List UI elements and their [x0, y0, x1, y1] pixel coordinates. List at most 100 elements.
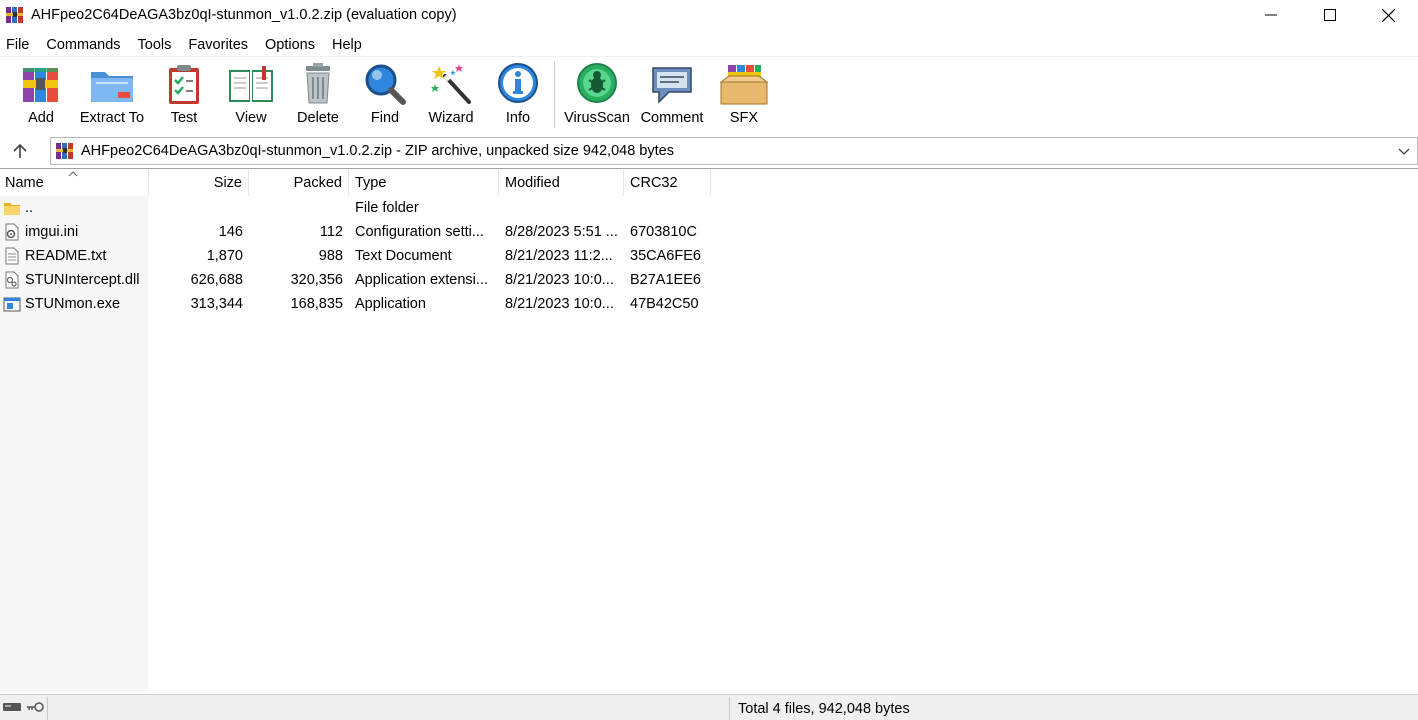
file-size: 1,870	[206, 248, 243, 264]
archive-path-field[interactable]: AHFpeo2C64DeAGA3bz0qI-stunmon_v1.0.2.zip…	[50, 137, 1418, 165]
status-divider	[47, 697, 48, 720]
view-button[interactable]: View	[215, 62, 287, 130]
table-row[interactable]: STUNmon.exe 313,344 168,835 Application …	[0, 292, 720, 316]
column-name-label: Name	[5, 175, 44, 191]
menu-help[interactable]: Help	[326, 33, 368, 57]
wizard-button[interactable]: Wizard	[415, 62, 487, 130]
menu-options[interactable]: Options	[259, 33, 321, 57]
up-one-level-button[interactable]	[8, 140, 32, 162]
toolbar: Add Extract To Test View Delete Find Wiz…	[0, 58, 1418, 132]
arrow-up-icon	[13, 143, 27, 158]
file-size: 626,688	[190, 272, 243, 288]
file-type: Text Document	[355, 248, 452, 264]
trash-icon	[306, 63, 330, 104]
maximize-icon	[1323, 9, 1336, 21]
menu-bar: File Commands Tools Favorites Options He…	[0, 33, 373, 57]
virusscan-label: VirusScan	[564, 110, 630, 126]
toolbar-separator	[554, 62, 555, 128]
extract-folder-icon	[91, 72, 133, 102]
maximize-button[interactable]	[1300, 0, 1359, 30]
menu-favorites[interactable]: Favorites	[182, 33, 254, 57]
column-header-size[interactable]: Size	[149, 170, 249, 196]
minimize-button[interactable]	[1241, 0, 1300, 30]
close-button[interactable]	[1359, 0, 1418, 30]
sfx-button[interactable]: SFX	[708, 62, 780, 130]
column-header-crc32[interactable]: CRC32	[624, 170, 711, 196]
file-size: 146	[218, 224, 243, 240]
delete-label: Delete	[297, 110, 339, 126]
column-packed-label: Packed	[293, 175, 342, 191]
winrar-archive-icon	[56, 143, 73, 159]
chevron-down-icon[interactable]	[1397, 145, 1411, 159]
archive-path-text: AHFpeo2C64DeAGA3bz0qI-stunmon_v1.0.2.zip…	[81, 143, 674, 159]
extract-to-button[interactable]: Extract To	[76, 62, 148, 130]
table-row-parent-folder[interactable]: .. File folder	[0, 196, 720, 220]
status-summary: Total 4 files, 942,048 bytes	[738, 701, 910, 717]
address-bar: AHFpeo2C64DeAGA3bz0qI-stunmon_v1.0.2.zip…	[0, 135, 1418, 166]
virusscan-button[interactable]: VirusScan	[561, 62, 633, 130]
file-name: ..	[25, 200, 34, 216]
file-packed: 320,356	[290, 272, 343, 288]
column-modified-label: Modified	[505, 175, 560, 191]
extract-to-label: Extract To	[79, 110, 145, 126]
table-row[interactable]: README.txt 1,870 988 Text Document 8/21/…	[0, 244, 720, 268]
add-archive-icon	[23, 68, 58, 102]
column-header-modified[interactable]: Modified	[499, 170, 624, 196]
column-header: Name Size Packed Type Modified CRC32	[0, 170, 1418, 196]
table-row[interactable]: imgui.ini 146 112 Configuration setti...…	[0, 220, 720, 244]
table-row[interactable]: STUNIntercept.dll 626,688 320,356 Applic…	[0, 268, 720, 292]
file-name: STUNmon.exe	[25, 296, 121, 312]
find-label: Find	[370, 110, 400, 126]
test-button[interactable]: Test	[148, 62, 220, 130]
column-type-label: Type	[355, 175, 387, 191]
info-button[interactable]: Info	[482, 62, 554, 130]
column-header-name[interactable]: Name	[0, 170, 149, 196]
menu-file[interactable]: File	[0, 33, 35, 57]
menu-tools[interactable]: Tools	[132, 33, 178, 57]
virus-scan-icon	[577, 63, 617, 103]
sort-ascending-icon	[68, 171, 78, 177]
exe-file-icon	[3, 297, 21, 312]
test-label: Test	[170, 110, 198, 126]
status-divider	[729, 697, 730, 720]
file-name: STUNIntercept.dll	[25, 272, 140, 288]
address-divider	[0, 168, 1418, 169]
key-icon[interactable]	[26, 701, 44, 713]
file-crc32: 6703810C	[630, 224, 697, 240]
wizard-label: Wizard	[428, 110, 474, 126]
column-header-packed[interactable]: Packed	[249, 170, 349, 196]
info-label: Info	[505, 110, 531, 126]
file-type: Configuration setti...	[355, 224, 484, 240]
menu-divider	[0, 56, 1418, 57]
comment-button[interactable]: Comment	[636, 62, 708, 130]
file-name: imgui.ini	[25, 224, 79, 240]
column-crc32-label: CRC32	[630, 175, 678, 191]
folder-icon	[4, 203, 20, 215]
test-clipboard-icon	[169, 65, 199, 104]
delete-button[interactable]: Delete	[282, 62, 354, 130]
file-modified: 8/21/2023 11:2...	[505, 248, 613, 264]
file-modified: 8/28/2023 5:51 ...	[505, 224, 618, 240]
column-size-label: Size	[213, 175, 242, 191]
close-icon	[1382, 8, 1395, 22]
file-packed: 168,835	[290, 296, 343, 312]
drive-icon[interactable]	[2, 701, 22, 713]
file-name: README.txt	[25, 248, 107, 264]
menu-commands[interactable]: Commands	[40, 33, 126, 57]
add-button[interactable]: Add	[5, 62, 77, 130]
window-title: AHFpeo2C64DeAGA3bz0qI-stunmon_v1.0.2.zip…	[31, 7, 457, 23]
sfx-box-icon	[719, 65, 769, 105]
winrar-app-icon	[6, 7, 23, 23]
status-icons	[2, 701, 44, 713]
info-icon	[498, 63, 538, 103]
find-button[interactable]: Find	[349, 62, 421, 130]
column-header-type[interactable]: Type	[349, 170, 499, 196]
comment-label: Comment	[640, 110, 704, 126]
magnifier-icon	[365, 64, 406, 105]
dll-file-icon	[5, 271, 19, 289]
minimize-icon	[1264, 14, 1277, 16]
file-packed: 112	[319, 224, 343, 240]
config-file-icon	[5, 223, 19, 241]
sfx-label: SFX	[729, 110, 759, 126]
view-book-icon	[229, 66, 273, 102]
